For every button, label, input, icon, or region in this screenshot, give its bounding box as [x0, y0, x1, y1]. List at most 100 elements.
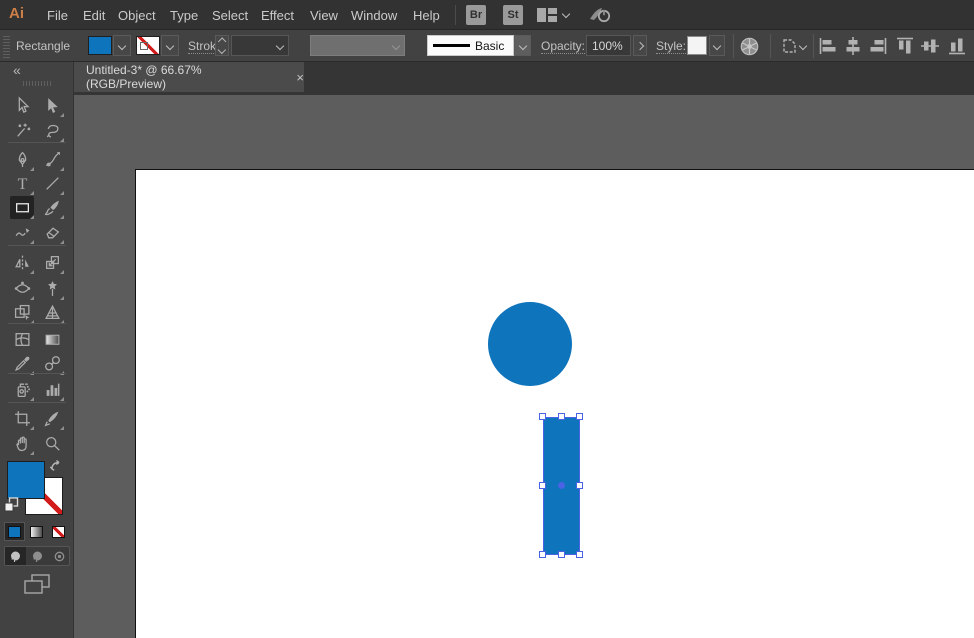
eraser-tool[interactable] — [40, 221, 64, 244]
selection-type-label: Rectangle — [16, 39, 71, 53]
fill-proxy-swatch[interactable] — [7, 461, 45, 499]
style-swatch[interactable] — [687, 36, 707, 55]
recolor-artwork-icon[interactable] — [740, 37, 759, 61]
stock-button[interactable]: St — [503, 5, 523, 25]
slice-tool[interactable] — [40, 407, 64, 430]
direct-selection-tool[interactable] — [40, 94, 64, 117]
gpu-performance-icon[interactable] — [588, 5, 612, 30]
align-vertical-center-icon[interactable] — [920, 36, 940, 56]
selection-handle-bottom-center[interactable] — [557, 551, 565, 558]
shape-builder-tool[interactable] — [10, 301, 34, 324]
fill-color-dropdown[interactable] — [113, 35, 131, 56]
selection-handle-top-left[interactable] — [539, 413, 546, 420]
stroke-weight-field[interactable] — [231, 35, 289, 56]
align-right-icon[interactable] — [868, 36, 888, 56]
none-mode-button[interactable] — [48, 522, 69, 541]
gradient-mode-button[interactable] — [26, 522, 47, 541]
opacity-expand-button[interactable] — [633, 35, 647, 56]
draw-behind-button[interactable] — [27, 547, 48, 565]
control-bar-grip[interactable] — [3, 34, 10, 58]
lasso-tool[interactable] — [40, 119, 64, 142]
selection-handle-middle-right[interactable] — [576, 482, 583, 489]
selection-handle-middle-left[interactable] — [539, 482, 546, 489]
selection-handle-top-right[interactable] — [576, 413, 583, 420]
curvature-tool[interactable] — [40, 148, 64, 171]
magic-wand-tool[interactable] — [10, 119, 34, 142]
pen-tool[interactable] — [10, 148, 34, 171]
bridge-button[interactable]: Br — [466, 5, 486, 25]
mesh-tool[interactable] — [10, 328, 34, 351]
puppet-warp-tool[interactable] — [40, 277, 64, 300]
paintbrush-tool[interactable] — [40, 196, 64, 219]
eyedropper-tool[interactable] — [10, 352, 34, 375]
rectangle-tool[interactable] — [10, 196, 34, 219]
menu-help[interactable]: Help — [413, 8, 440, 23]
hand-tool[interactable] — [10, 432, 34, 455]
symbol-sprayer-tool[interactable] — [10, 378, 34, 401]
swap-fill-stroke-icon[interactable] — [49, 459, 64, 478]
screen-mode-icon[interactable] — [24, 574, 51, 600]
menu-select[interactable]: Select — [212, 8, 248, 23]
tools-panel-grip[interactable] — [23, 81, 51, 86]
shaper-tool[interactable] — [10, 221, 34, 244]
opacity-field[interactable]: 100% — [586, 35, 631, 56]
stroke-style-value: Basic — [475, 38, 505, 53]
svg-text:T: T — [17, 176, 27, 193]
menu-type[interactable]: Type — [170, 8, 198, 23]
stroke-color-swatch[interactable] — [136, 36, 160, 55]
menu-view[interactable]: View — [310, 8, 338, 23]
width-tool[interactable] — [10, 277, 34, 300]
selection-handle-bottom-right[interactable] — [576, 551, 583, 558]
draw-inside-button[interactable] — [49, 547, 70, 565]
color-mode-button[interactable] — [4, 522, 25, 541]
selection-handle-top-center[interactable] — [557, 413, 565, 420]
stroke-style-chevron[interactable] — [514, 35, 531, 56]
default-fill-stroke-icon[interactable] — [4, 497, 19, 517]
blend-tool[interactable] — [40, 352, 64, 375]
donut-circle-shape[interactable] — [488, 302, 572, 386]
fill-color-swatch[interactable] — [88, 36, 112, 55]
artboard-tool[interactable] — [10, 407, 34, 430]
align-top-icon[interactable] — [895, 36, 915, 56]
type-tool[interactable]: T — [10, 172, 34, 195]
stroke-style-dropdown[interactable]: Basic — [427, 35, 514, 56]
workspace-switcher-icon[interactable] — [537, 7, 557, 28]
align-horizontal-center-icon[interactable] — [843, 36, 863, 56]
workspace-chevron-icon[interactable] — [561, 9, 571, 19]
draw-normal-button[interactable] — [5, 547, 26, 565]
scale-tool[interactable] — [40, 251, 64, 274]
shape-options-chevron[interactable] — [798, 41, 808, 51]
line-segment-tool[interactable] — [40, 172, 64, 195]
close-tab-icon[interactable]: × — [296, 71, 304, 84]
menu-edit[interactable]: Edit — [83, 8, 105, 23]
perspective-grid-tool[interactable] — [40, 301, 64, 324]
stroke-weight-stepper[interactable] — [215, 35, 229, 56]
gradient-tool[interactable] — [40, 328, 64, 351]
opacity-label[interactable]: Opacity: — [541, 39, 586, 54]
menu-bar: Ai File Edit Object Type Select Effect V… — [0, 0, 974, 30]
selection-handle-bottom-left[interactable] — [539, 551, 546, 558]
align-left-icon[interactable] — [818, 36, 838, 56]
control-bar: Rectangle Stroke: Basic Opacity: 100% St — [0, 30, 974, 62]
reflect-tool[interactable] — [10, 251, 34, 274]
align-bottom-icon[interactable] — [947, 36, 967, 56]
selection-center-point[interactable] — [557, 482, 565, 489]
menu-window[interactable]: Window — [351, 8, 397, 23]
style-label[interactable]: Style: — [656, 39, 687, 54]
stroke-color-dropdown[interactable] — [161, 35, 179, 56]
zoom-tool[interactable] — [40, 432, 64, 455]
menu-effect[interactable]: Effect — [261, 8, 294, 23]
menu-object[interactable]: Object — [118, 8, 156, 23]
document-tab-bar: Untitled-3* @ 66.67% (RGB/Preview) × — [74, 62, 974, 95]
menu-file[interactable]: File — [47, 8, 68, 23]
artboard — [135, 169, 974, 638]
document-tab-title: Untitled-3* @ 66.67% (RGB/Preview) — [86, 63, 202, 91]
style-dropdown[interactable] — [709, 35, 725, 56]
document-tab[interactable]: Untitled-3* @ 66.67% (RGB/Preview) × — [74, 62, 304, 92]
canvas-area[interactable] — [74, 95, 974, 638]
brush-definition-dropdown — [310, 35, 405, 56]
column-graph-tool[interactable] — [40, 378, 64, 401]
selection-tool[interactable] — [10, 94, 34, 117]
shape-options-icon[interactable] — [780, 37, 798, 60]
collapse-panel-icon[interactable]: « — [13, 62, 21, 78]
